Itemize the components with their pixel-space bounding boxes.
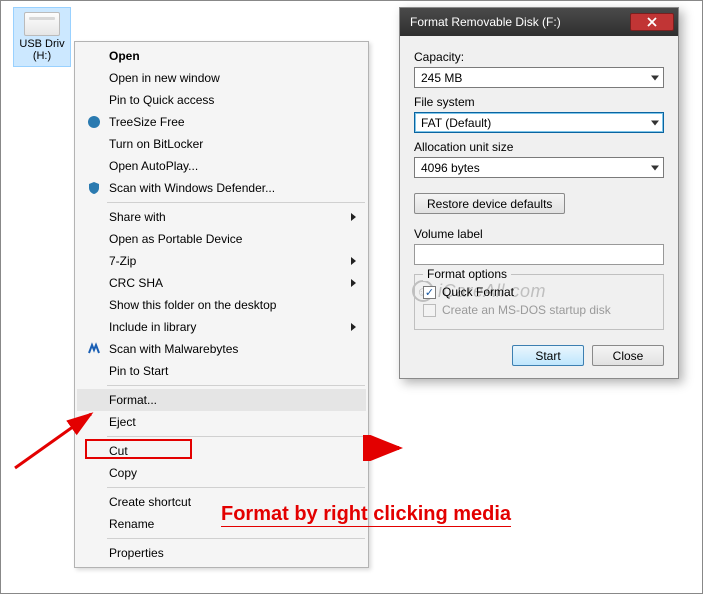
titlebar[interactable]: Format Removable Disk (F:): [400, 8, 678, 36]
alloc-value: 4096 bytes: [421, 161, 480, 175]
msdos-checkbox: [423, 304, 436, 317]
format-options-group: Format options ✓ Quick Format Create an …: [414, 274, 664, 330]
menu-7zip-label: 7-Zip: [109, 254, 136, 268]
menu-properties[interactable]: Properties: [77, 542, 366, 564]
alloc-label: Allocation unit size: [414, 140, 664, 154]
separator: [107, 436, 365, 437]
menu-format[interactable]: Format...: [77, 389, 366, 411]
filesystem-label: File system: [414, 95, 664, 109]
menu-properties-label: Properties: [109, 546, 164, 560]
menu-show-folder-desktop[interactable]: Show this folder on the desktop: [77, 294, 366, 316]
usb-drive-icon[interactable]: USB Driv (H:): [13, 7, 71, 67]
menu-pin-quick-access-label: Pin to Quick access: [109, 93, 214, 107]
treesize-icon: [85, 114, 103, 130]
drive-image: [24, 12, 60, 36]
menu-rename-label: Rename: [109, 517, 154, 531]
close-dialog-button[interactable]: Close: [592, 345, 664, 366]
menu-malwarebytes-label: Scan with Malwarebytes: [109, 342, 238, 356]
menu-defender-label: Scan with Windows Defender...: [109, 181, 275, 195]
dialog-title: Format Removable Disk (F:): [410, 15, 630, 29]
menu-eject-label: Eject: [109, 415, 136, 429]
quick-format-row[interactable]: ✓ Quick Format: [423, 283, 655, 301]
menu-include-library[interactable]: Include in library: [77, 316, 366, 338]
start-button[interactable]: Start: [512, 345, 584, 366]
volume-label-input[interactable]: [414, 244, 664, 265]
menu-cut-label: Cut: [109, 444, 128, 458]
menu-pin-quick-access[interactable]: Pin to Quick access: [77, 89, 366, 111]
menu-autoplay[interactable]: Open AutoPlay...: [77, 155, 366, 177]
menu-crc-sha-label: CRC SHA: [109, 276, 163, 290]
drive-label-line2: (H:): [16, 50, 68, 62]
menu-copy[interactable]: Copy: [77, 462, 366, 484]
menu-bitlocker[interactable]: Turn on BitLocker: [77, 133, 366, 155]
chevron-right-icon: [351, 257, 356, 265]
quick-format-label: Quick Format: [442, 285, 514, 299]
menu-cut[interactable]: Cut: [77, 440, 366, 462]
quick-format-checkbox[interactable]: ✓: [423, 286, 436, 299]
menu-treesize[interactable]: TreeSize Free: [77, 111, 366, 133]
menu-share-with[interactable]: Share with: [77, 206, 366, 228]
menu-open-new-window-label: Open in new window: [109, 71, 220, 85]
menu-portable-device[interactable]: Open as Portable Device: [77, 228, 366, 250]
msdos-label: Create an MS-DOS startup disk: [442, 303, 611, 317]
separator: [107, 385, 365, 386]
close-button[interactable]: [630, 13, 674, 31]
separator: [107, 487, 365, 488]
menu-open[interactable]: Open: [77, 45, 366, 67]
context-menu: Open Open in new window Pin to Quick acc…: [74, 41, 369, 568]
menu-bitlocker-label: Turn on BitLocker: [109, 137, 203, 151]
menu-open-label: Open: [109, 49, 140, 63]
separator: [107, 202, 365, 203]
menu-pin-start-label: Pin to Start: [109, 364, 168, 378]
volume-label-label: Volume label: [414, 227, 664, 241]
chevron-down-icon: [651, 165, 659, 170]
menu-show-folder-desktop-label: Show this folder on the desktop: [109, 298, 276, 312]
menu-rename[interactable]: Rename: [77, 513, 366, 535]
menu-eject[interactable]: Eject: [77, 411, 366, 433]
annotation-arrow-right: [363, 435, 407, 461]
chevron-down-icon: [651, 120, 659, 125]
menu-autoplay-label: Open AutoPlay...: [109, 159, 198, 173]
menu-7zip[interactable]: 7-Zip: [77, 250, 366, 272]
format-dialog: Format Removable Disk (F:) Capacity: 245…: [399, 7, 679, 379]
close-icon: [646, 17, 658, 27]
menu-crc-sha[interactable]: CRC SHA: [77, 272, 366, 294]
separator: [107, 538, 365, 539]
alloc-dropdown[interactable]: 4096 bytes: [414, 157, 664, 178]
menu-create-shortcut[interactable]: Create shortcut: [77, 491, 366, 513]
malwarebytes-icon: [85, 341, 103, 357]
chevron-right-icon: [351, 323, 356, 331]
capacity-dropdown[interactable]: 245 MB: [414, 67, 664, 88]
capacity-value: 245 MB: [421, 71, 462, 85]
menu-defender[interactable]: Scan with Windows Defender...: [77, 177, 366, 199]
drive-label-line1: USB Driv: [16, 38, 68, 50]
restore-defaults-label: Restore device defaults: [427, 197, 552, 211]
menu-portable-device-label: Open as Portable Device: [109, 232, 242, 246]
filesystem-value: FAT (Default): [421, 116, 491, 130]
menu-open-new-window[interactable]: Open in new window: [77, 67, 366, 89]
menu-copy-label: Copy: [109, 466, 137, 480]
menu-share-with-label: Share with: [109, 210, 166, 224]
msdos-row: Create an MS-DOS startup disk: [423, 301, 655, 319]
menu-format-label: Format...: [109, 393, 157, 407]
filesystem-dropdown[interactable]: FAT (Default): [414, 112, 664, 133]
format-options-legend: Format options: [423, 267, 511, 281]
restore-defaults-button[interactable]: Restore device defaults: [414, 193, 565, 214]
chevron-right-icon: [351, 279, 356, 287]
dialog-body: Capacity: 245 MB File system FAT (Defaul…: [400, 36, 678, 378]
menu-treesize-label: TreeSize Free: [109, 115, 185, 129]
dialog-button-row: Start Close: [414, 345, 664, 366]
menu-malwarebytes[interactable]: Scan with Malwarebytes: [77, 338, 366, 360]
close-label: Close: [613, 349, 644, 363]
capacity-label: Capacity:: [414, 50, 664, 64]
menu-create-shortcut-label: Create shortcut: [109, 495, 191, 509]
menu-pin-start[interactable]: Pin to Start: [77, 360, 366, 382]
chevron-down-icon: [651, 75, 659, 80]
shield-icon: [85, 180, 103, 196]
menu-include-library-label: Include in library: [109, 320, 196, 334]
chevron-right-icon: [351, 213, 356, 221]
start-label: Start: [535, 349, 560, 363]
